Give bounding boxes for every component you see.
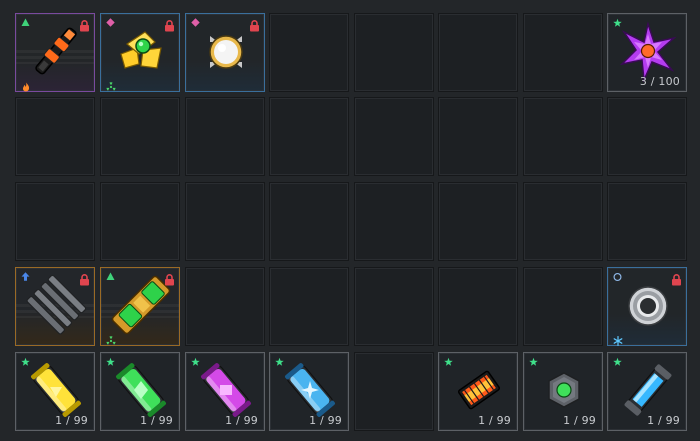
green-triangle-icon [21, 18, 30, 27]
orange-rod-icon [26, 20, 86, 82]
gold-green-cannon-icon [111, 274, 171, 336]
stack-count: 1 / 99 [309, 414, 342, 427]
lock-icon[interactable] [249, 17, 260, 32]
magenta-capsule-icon [196, 359, 256, 421]
green-triangle-icon [106, 272, 115, 281]
inventory-slot[interactable] [15, 13, 95, 92]
inventory-slot[interactable]: 1 / 99 [607, 352, 687, 431]
inventory-slot-empty[interactable] [100, 97, 180, 176]
blue-arrow-icon [21, 272, 30, 281]
stack-count: 1 / 99 [140, 414, 173, 427]
green-star-icon [613, 18, 622, 27]
blue-vial-icon [618, 359, 678, 421]
pink-diamond-icon [106, 18, 115, 27]
stack-count: 1 / 99 [478, 414, 511, 427]
lock-icon[interactable] [79, 17, 90, 32]
inventory-slot-empty[interactable] [269, 97, 349, 176]
inventory-slot-empty[interactable] [523, 182, 603, 261]
stack-count: 3 / 100 [639, 75, 680, 88]
green-star-icon [529, 357, 538, 366]
inventory-grid: 3 / 100 1 / 99 1 / 99 1 / 99 1 / 99 1 / 99 1 /… [0, 0, 700, 441]
inventory-slot-empty[interactable] [438, 97, 518, 176]
inventory-slot-empty[interactable] [269, 182, 349, 261]
blue-capsule-icon [280, 359, 340, 421]
stack-count: 1 / 99 [55, 414, 88, 427]
heat-block-icon [449, 359, 509, 421]
inventory-slot[interactable]: 1 / 99 [100, 352, 180, 431]
inventory-slot-empty[interactable] [185, 267, 265, 346]
inventory-slot-empty[interactable] [354, 13, 434, 92]
inventory-slot-empty[interactable] [438, 182, 518, 261]
fire-icon [21, 77, 31, 92]
inventory-slot[interactable] [100, 13, 180, 92]
pink-diamond-icon [191, 18, 200, 27]
inventory-slot[interactable]: 1 / 99 [185, 352, 265, 431]
green-hex-nut-icon [534, 359, 594, 421]
inventory-slot-empty[interactable] [100, 182, 180, 261]
inventory-slot-empty[interactable] [185, 182, 265, 261]
white-orb-icon [196, 20, 256, 82]
inventory-slot-empty[interactable] [354, 182, 434, 261]
inventory-slot-empty[interactable] [269, 13, 349, 92]
green-star-icon [444, 357, 453, 366]
yellow-capsule-icon [26, 359, 86, 421]
inventory-slot[interactable] [185, 13, 265, 92]
blue-circle-icon [613, 272, 622, 281]
inventory-slot-empty[interactable] [523, 97, 603, 176]
inventory-slot[interactable]: 1 / 99 [523, 352, 603, 431]
inventory-slot-empty[interactable] [523, 13, 603, 92]
radiation-icon [106, 331, 116, 345]
radiation-icon [106, 77, 116, 91]
stack-count: 1 / 99 [647, 414, 680, 427]
gray-coil-icon [26, 274, 87, 336]
snowflake-icon [613, 331, 623, 346]
inventory-slot-empty[interactable] [15, 182, 95, 261]
inventory-slot[interactable]: 3 / 100 [607, 13, 687, 92]
silver-ring-icon [618, 274, 678, 336]
inventory-slot[interactable] [15, 267, 95, 346]
purple-shuriken-icon [618, 20, 678, 83]
green-capsule-icon [111, 359, 171, 421]
inventory-slot[interactable]: 1 / 99 [438, 352, 518, 431]
inventory-slot-empty[interactable] [354, 97, 434, 176]
inventory-slot-empty[interactable] [607, 182, 687, 261]
green-star-icon [191, 357, 200, 366]
green-star-icon [21, 357, 30, 366]
green-star-icon [106, 357, 115, 366]
inventory-slot-empty[interactable] [269, 267, 349, 346]
inventory-slot-empty[interactable] [354, 352, 434, 431]
inventory-slot-empty[interactable] [354, 267, 434, 346]
green-star-icon [275, 357, 284, 366]
green-star-icon [613, 357, 622, 366]
inventory-slot-empty[interactable] [607, 97, 687, 176]
stack-count: 1 / 99 [563, 414, 596, 427]
yellow-turret-icon [111, 20, 171, 82]
inventory-slot-empty[interactable] [185, 97, 265, 176]
lock-icon[interactable] [79, 271, 90, 286]
stack-count: 1 / 99 [225, 414, 258, 427]
lock-icon[interactable] [671, 271, 682, 286]
inventory-slot-empty[interactable] [438, 13, 518, 92]
inventory-slot[interactable]: 1 / 99 [15, 352, 95, 431]
inventory-slot-empty[interactable] [15, 97, 95, 176]
inventory-slot[interactable]: 1 / 99 [269, 352, 349, 431]
lock-icon[interactable] [164, 271, 175, 286]
inventory-slot[interactable] [607, 267, 687, 346]
inventory-slot[interactable] [100, 267, 180, 346]
inventory-slot-empty[interactable] [523, 267, 603, 346]
lock-icon[interactable] [164, 17, 175, 32]
inventory-slot-empty[interactable] [438, 267, 518, 346]
